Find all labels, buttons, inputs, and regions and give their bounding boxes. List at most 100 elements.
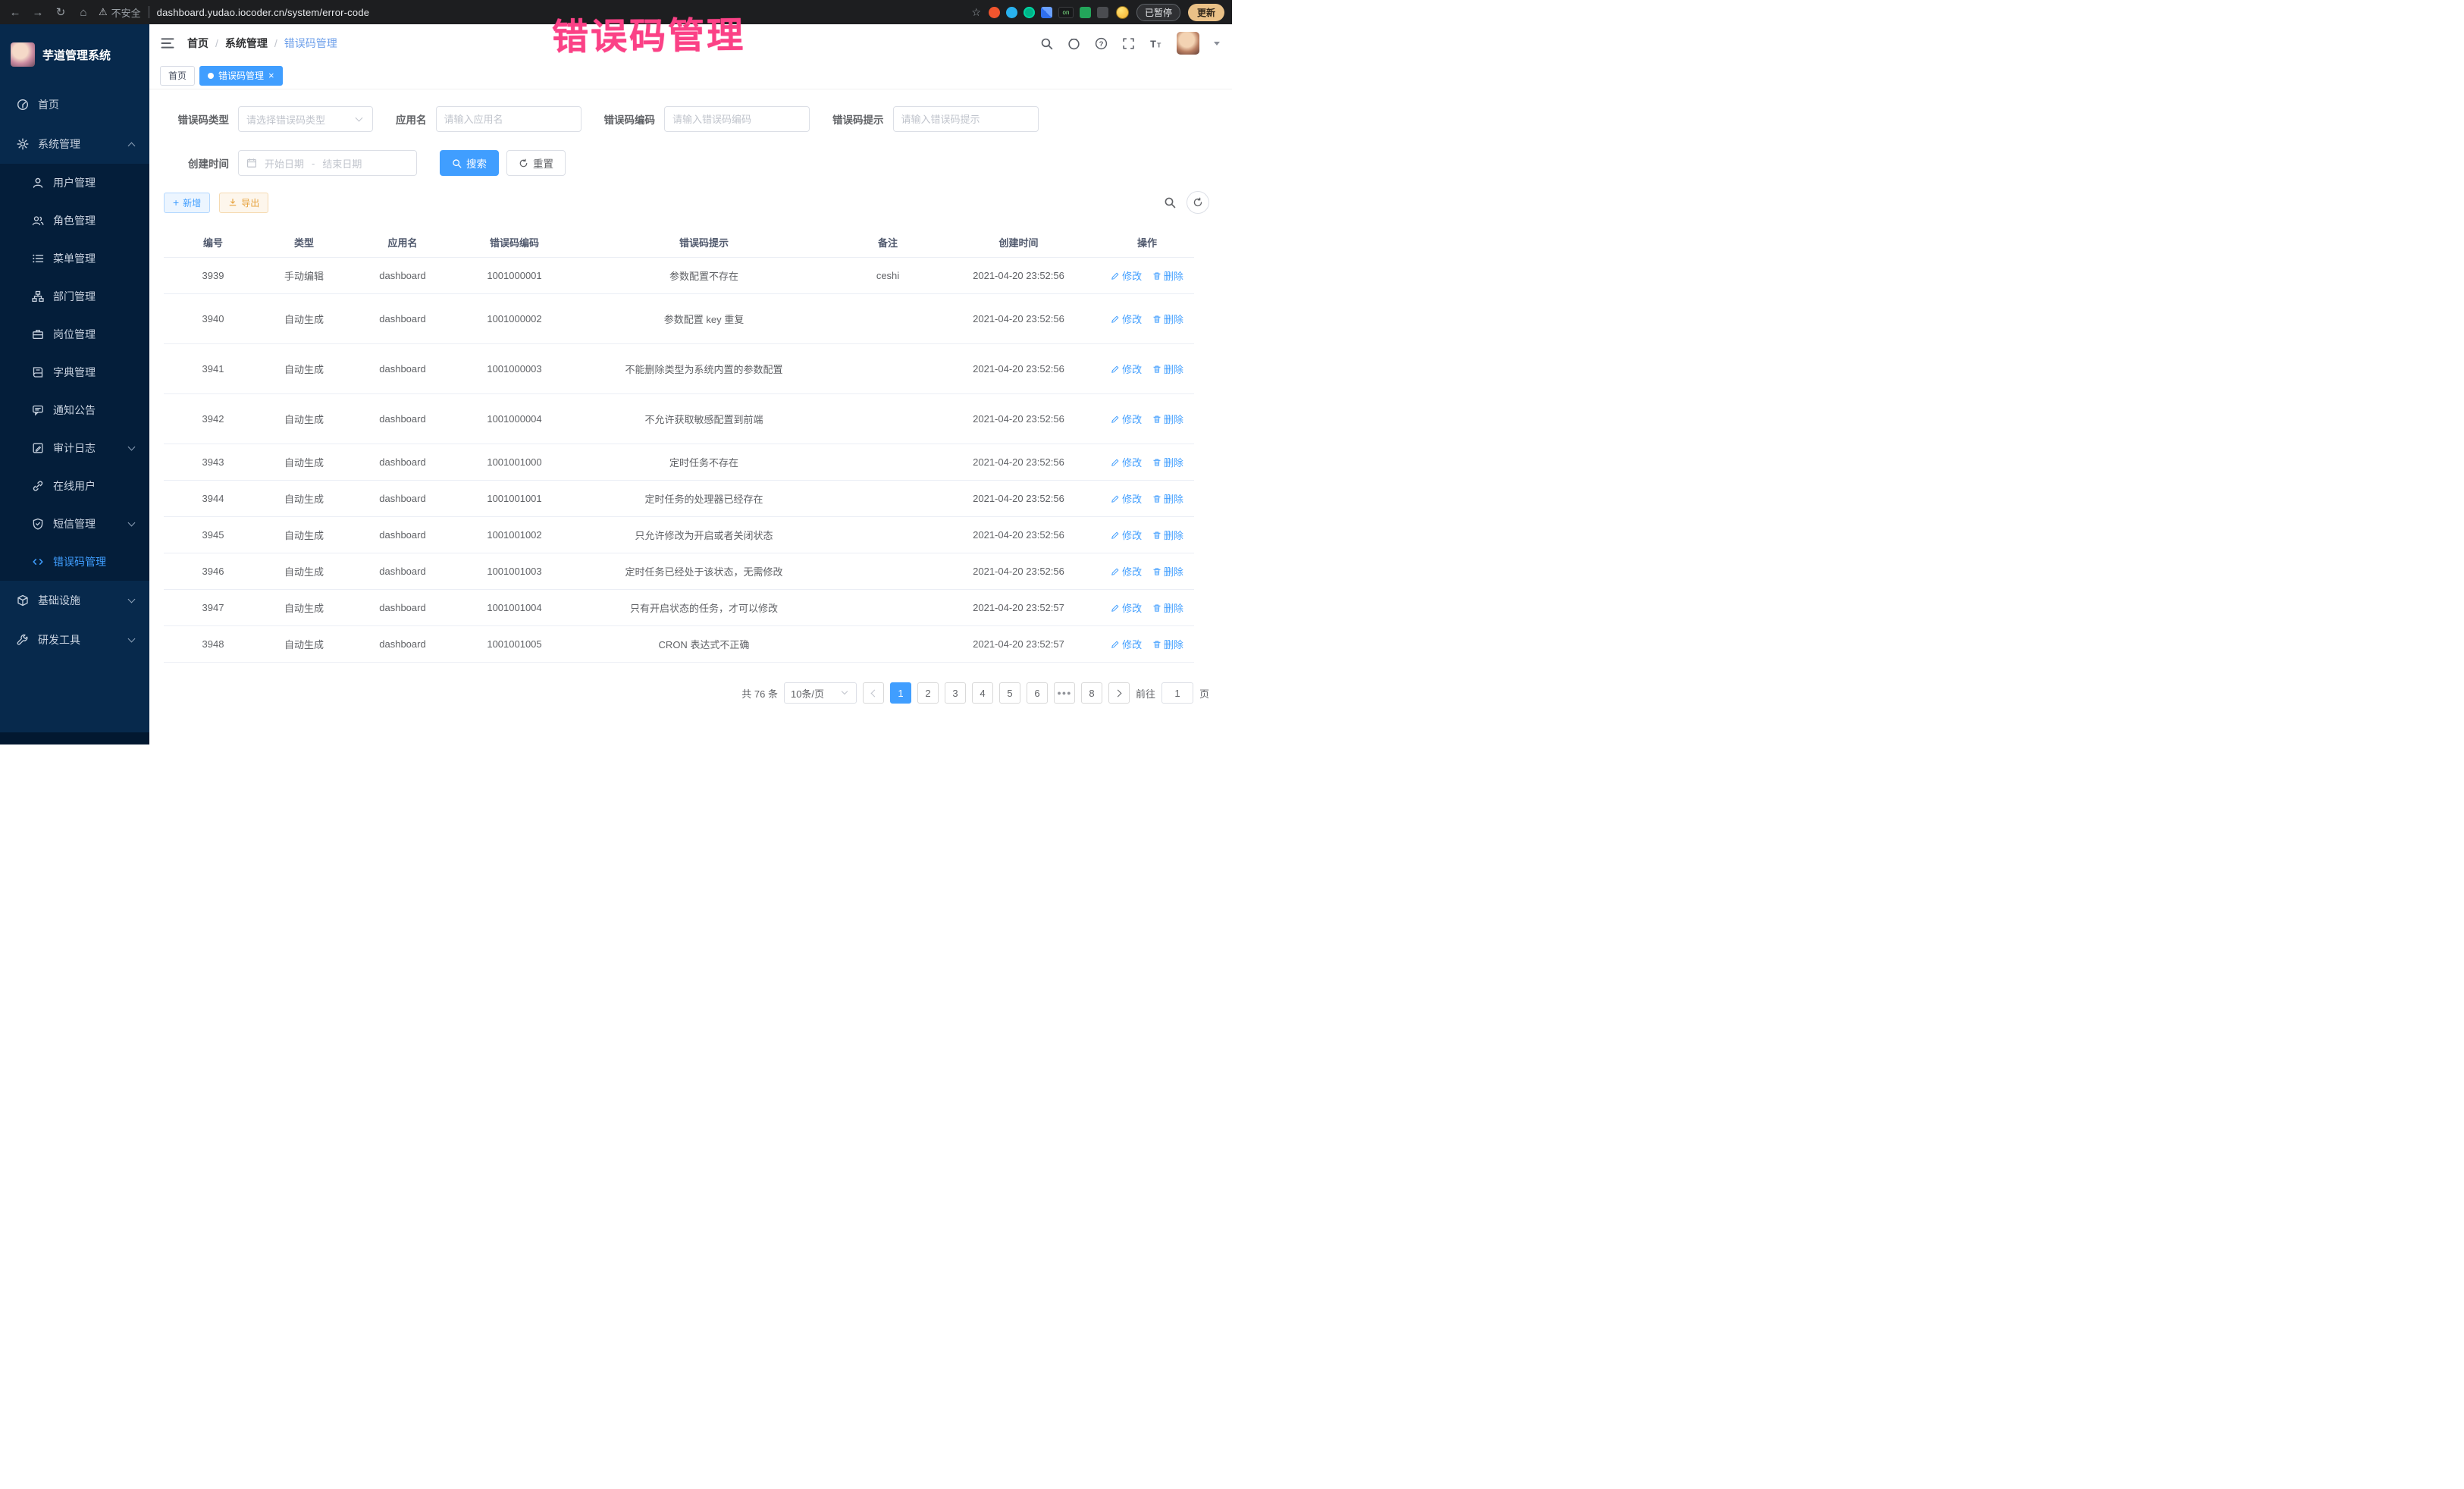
delete-link[interactable]: 删除 bbox=[1152, 600, 1183, 615]
page-button-8[interactable]: 8 bbox=[1081, 682, 1102, 704]
add-button[interactable]: 新增 bbox=[164, 193, 210, 213]
edit-link[interactable]: 修改 bbox=[1111, 491, 1142, 506]
sidebar-item-error-code-management[interactable]: 错误码管理 bbox=[0, 543, 149, 581]
font-size-icon[interactable] bbox=[1149, 37, 1162, 50]
extension-red-icon[interactable] bbox=[989, 7, 1000, 18]
browser-forward-icon[interactable]: → bbox=[30, 6, 45, 19]
sidebar-item-system-management[interactable]: 系统管理 bbox=[0, 124, 149, 164]
github-icon[interactable] bbox=[1067, 37, 1080, 50]
sidebar-item-online-users[interactable]: 在线用户 bbox=[0, 467, 149, 505]
delete-link[interactable]: 删除 bbox=[1152, 455, 1183, 469]
browser-reload-icon[interactable]: ↻ bbox=[53, 5, 68, 19]
edit-link[interactable]: 修改 bbox=[1111, 564, 1142, 578]
sidebar-item-audit-log[interactable]: 审计日志 bbox=[0, 429, 149, 467]
sidebar-item-notice[interactable]: 通知公告 bbox=[0, 391, 149, 429]
start-date-placeholder: 开始日期 bbox=[265, 156, 304, 171]
reset-button[interactable]: 重置 bbox=[506, 150, 566, 176]
security-indicator[interactable]: ⚠ 不安全 bbox=[99, 5, 141, 20]
breadcrumb-system[interactable]: 系统管理 bbox=[225, 36, 268, 51]
cell-id: 3942 bbox=[164, 413, 262, 425]
sidebar-item-dept-management[interactable]: 部门管理 bbox=[0, 277, 149, 315]
breadcrumb-home[interactable]: 首页 bbox=[187, 36, 208, 51]
extension-blue-icon[interactable] bbox=[1006, 7, 1017, 18]
error-type-select[interactable]: 请选择错误码类型 bbox=[238, 106, 373, 132]
sidebar-item-dev-tools[interactable]: 研发工具 bbox=[0, 620, 149, 660]
sidebar-item-post-management[interactable]: 岗位管理 bbox=[0, 315, 149, 353]
page-button-1[interactable]: 1 bbox=[890, 682, 911, 704]
app-logo[interactable]: 芋道管理系统 bbox=[0, 24, 149, 85]
delete-link[interactable]: 删除 bbox=[1152, 312, 1183, 326]
browser-back-icon[interactable]: ← bbox=[8, 6, 23, 19]
collapse-sidebar-icon[interactable] bbox=[160, 36, 175, 51]
cell-code: 1001001005 bbox=[459, 638, 569, 650]
error-code-input[interactable] bbox=[664, 106, 810, 132]
search-button[interactable]: 搜索 bbox=[440, 150, 499, 176]
page-button-6[interactable]: 6 bbox=[1027, 682, 1048, 704]
tab-home[interactable]: 首页 bbox=[160, 66, 195, 86]
sidebar-item-user-management[interactable]: 用户管理 bbox=[0, 164, 149, 202]
toggle-search-icon[interactable] bbox=[1164, 196, 1176, 208]
update-button[interactable]: 更新 bbox=[1188, 4, 1224, 21]
prev-page-button[interactable] bbox=[863, 682, 884, 704]
page-button-2[interactable]: 2 bbox=[917, 682, 939, 704]
bookmark-star-icon[interactable]: ☆ bbox=[971, 6, 981, 19]
help-icon[interactable] bbox=[1095, 37, 1108, 50]
edit-link[interactable]: 修改 bbox=[1111, 362, 1142, 376]
edit-link[interactable]: 修改 bbox=[1111, 268, 1142, 283]
edit-link[interactable]: 修改 bbox=[1111, 455, 1142, 469]
extension-puzzle-icon[interactable] bbox=[1097, 7, 1108, 18]
edit-link[interactable]: 修改 bbox=[1111, 637, 1142, 651]
fullscreen-icon[interactable] bbox=[1122, 37, 1135, 50]
extension-green-circle-icon[interactable] bbox=[1024, 7, 1035, 18]
sidebar: 芋道管理系统 首页 系统管理 用户管理 角色管理 bbox=[0, 24, 149, 744]
sidebar-item-label: 错误码管理 bbox=[53, 554, 106, 569]
header-actions bbox=[1040, 32, 1220, 55]
edit-link[interactable]: 修改 bbox=[1111, 412, 1142, 426]
date-range-picker[interactable]: 开始日期 - 结束日期 bbox=[238, 150, 417, 176]
filter-label-error-message: 错误码提示 bbox=[832, 111, 884, 127]
delete-link[interactable]: 删除 bbox=[1152, 637, 1183, 651]
app-name-input[interactable] bbox=[436, 106, 582, 132]
edit-link[interactable]: 修改 bbox=[1111, 528, 1142, 542]
tab-error-code-management[interactable]: 错误码管理 bbox=[199, 66, 283, 86]
end-date-placeholder: 结束日期 bbox=[322, 156, 362, 171]
user-avatar[interactable] bbox=[1177, 32, 1199, 55]
page-button-5[interactable]: 5 bbox=[999, 682, 1020, 704]
page-button-3[interactable]: 3 bbox=[945, 682, 966, 704]
delete-link[interactable]: 删除 bbox=[1152, 362, 1183, 376]
next-page-button[interactable] bbox=[1108, 682, 1130, 704]
profile-avatar[interactable] bbox=[1116, 6, 1129, 19]
browser-chrome: ← → ↻ ⌂ ⚠ 不安全 dashboard.yudao.iocoder.cn… bbox=[0, 0, 1232, 24]
edit-link[interactable]: 修改 bbox=[1111, 600, 1142, 615]
caret-down-icon[interactable] bbox=[1214, 42, 1220, 45]
sidebar-item-infrastructure[interactable]: 基础设施 bbox=[0, 581, 149, 620]
sidebar-item-menu-management[interactable]: 菜单管理 bbox=[0, 240, 149, 277]
delete-link[interactable]: 删除 bbox=[1152, 564, 1183, 578]
page-size-select[interactable]: 10条/页 bbox=[784, 682, 857, 704]
edit-link[interactable]: 修改 bbox=[1111, 312, 1142, 326]
paused-badge[interactable]: 已暂停 bbox=[1136, 4, 1180, 21]
close-icon[interactable] bbox=[268, 71, 274, 80]
delete-link[interactable]: 删除 bbox=[1152, 412, 1183, 426]
extension-on-badge[interactable]: on bbox=[1058, 7, 1074, 18]
more-pages-button[interactable]: ●●● bbox=[1054, 682, 1075, 704]
refresh-table-button[interactable] bbox=[1187, 191, 1209, 214]
sidebar-item-dict-management[interactable]: 字典管理 bbox=[0, 353, 149, 391]
cell-code: 1001001000 bbox=[459, 456, 569, 468]
sidebar-item-sms-management[interactable]: 短信管理 bbox=[0, 505, 149, 543]
page-button-4[interactable]: 4 bbox=[972, 682, 993, 704]
search-icon[interactable] bbox=[1040, 37, 1053, 50]
error-message-input[interactable] bbox=[893, 106, 1039, 132]
sidebar-item-role-management[interactable]: 角色管理 bbox=[0, 202, 149, 240]
sidebar-item-home[interactable]: 首页 bbox=[0, 85, 149, 124]
extension-green-square-icon[interactable] bbox=[1080, 7, 1091, 18]
delete-link[interactable]: 删除 bbox=[1152, 528, 1183, 542]
browser-home-icon[interactable]: ⌂ bbox=[76, 6, 91, 19]
delete-link[interactable]: 删除 bbox=[1152, 491, 1183, 506]
extension-grid-icon[interactable] bbox=[1041, 7, 1052, 18]
address-bar[interactable]: dashboard.yudao.iocoder.cn/system/error-… bbox=[157, 7, 370, 18]
goto-page-input[interactable] bbox=[1161, 682, 1193, 704]
delete-link[interactable]: 删除 bbox=[1152, 268, 1183, 283]
table-row: 3947 自动生成 dashboard 1001001004 只有开启状态的任务… bbox=[164, 590, 1194, 626]
export-button[interactable]: 导出 bbox=[219, 193, 268, 213]
